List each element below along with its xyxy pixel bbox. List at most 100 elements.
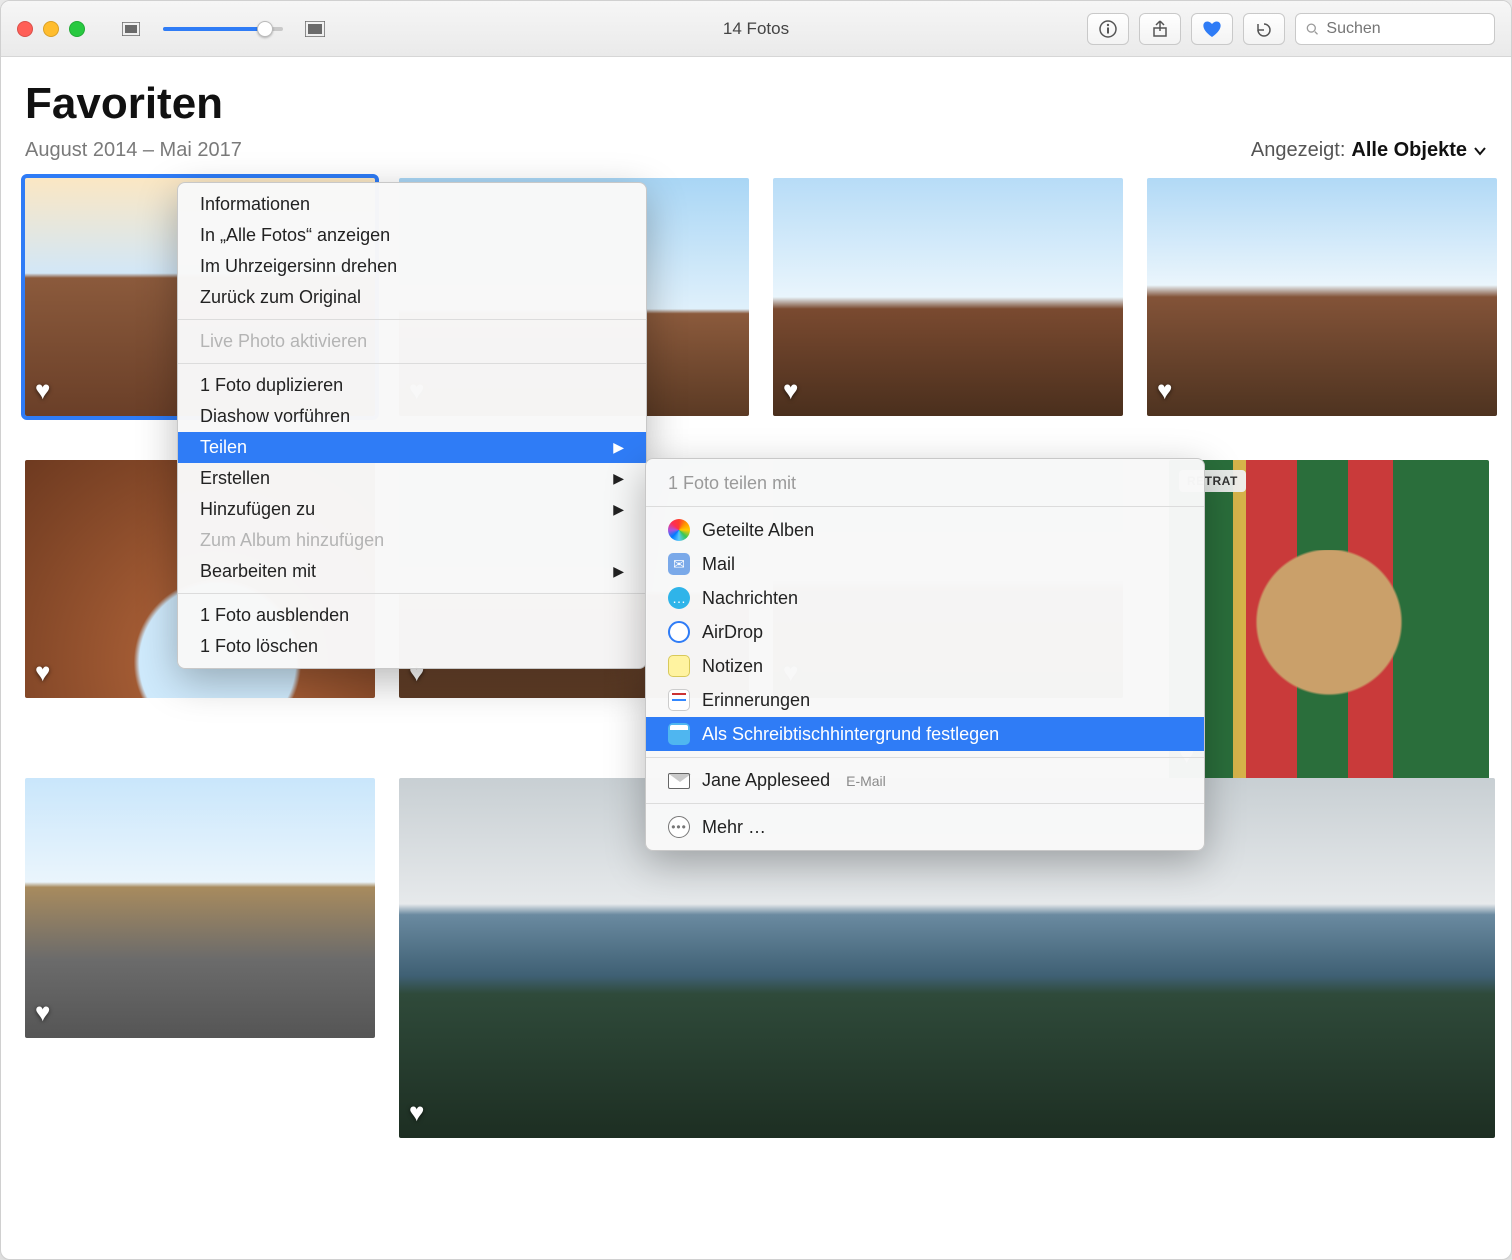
toolbar-right <box>1087 13 1495 45</box>
ctx-item-rotate[interactable]: Im Uhrzeigersinn drehen <box>178 251 646 282</box>
content-area: Favoriten August 2014 – Mai 2017 Angezei… <box>1 57 1511 1260</box>
ctx-item-add-to[interactable]: Hinzufügen zu ▶ <box>178 494 646 525</box>
ctx-separator <box>178 593 646 594</box>
info-button[interactable] <box>1087 13 1129 45</box>
share-submenu-header: 1 Foto teilen mit <box>646 465 1204 500</box>
notes-icon <box>668 655 690 677</box>
photo-thumb[interactable]: ♥ <box>773 178 1123 416</box>
search-field[interactable] <box>1295 13 1495 45</box>
share-item-desktop-background[interactable]: Als Schreibtischhintergrund festlegen <box>646 717 1204 751</box>
more-icon: ••• <box>668 816 690 838</box>
share-label: Nachrichten <box>702 588 798 609</box>
slider-track[interactable] <box>163 27 283 31</box>
titlebar: 14 Fotos <box>1 1 1511 57</box>
ctx-item-info[interactable]: Informationen <box>178 189 646 220</box>
ctx-item-add-album: Zum Album hinzufügen <box>178 525 646 556</box>
search-icon <box>1306 22 1318 36</box>
photos-icon <box>668 519 690 541</box>
ctx-label: Informationen <box>200 194 310 215</box>
ctx-label: Erstellen <box>200 468 270 489</box>
slider-fill <box>163 27 265 31</box>
showing-label: Angezeigt: <box>1251 139 1346 162</box>
envelope-icon <box>668 773 690 789</box>
ctx-item-live-photo: Live Photo aktivieren <box>178 326 646 357</box>
ctx-item-create[interactable]: Erstellen ▶ <box>178 463 646 494</box>
desktop-icon <box>668 723 690 745</box>
traffic-lights <box>17 21 85 37</box>
photo-thumb[interactable]: RETRAT ♥ <box>1169 460 1489 780</box>
photo-thumb[interactable]: ♥ <box>1147 178 1497 416</box>
ctx-label: Diashow vorführen <box>200 406 350 427</box>
thumbnail-small-icon[interactable] <box>113 14 149 44</box>
page-title: Favoriten <box>25 79 1487 129</box>
favorite-badge-icon: ♥ <box>409 1097 424 1128</box>
ctx-item-edit-with[interactable]: Bearbeiten mit ▶ <box>178 556 646 587</box>
submenu-arrow-icon: ▶ <box>613 470 624 487</box>
ctx-item-hide[interactable]: 1 Foto ausblenden <box>178 600 646 631</box>
favorite-badge-icon: ♥ <box>1157 375 1172 406</box>
window-zoom-button[interactable] <box>69 21 85 37</box>
share-item-notes[interactable]: Notizen <box>646 649 1204 683</box>
share-submenu: 1 Foto teilen mit Geteilte Alben ✉Mail …… <box>645 458 1205 851</box>
share-label: Notizen <box>702 656 763 677</box>
ctx-label: Zum Album hinzufügen <box>200 530 384 551</box>
share-button[interactable] <box>1139 13 1181 45</box>
photo-thumb[interactable]: ♥ <box>25 778 375 1038</box>
ctx-separator <box>646 757 1204 758</box>
context-menu: Informationen In „Alle Fotos“ anzeigen I… <box>177 182 647 669</box>
ctx-separator <box>646 803 1204 804</box>
ctx-separator <box>178 319 646 320</box>
subheader: August 2014 – Mai 2017 Angezeigt: Alle O… <box>25 139 1487 162</box>
ctx-label: 1 Foto löschen <box>200 636 318 657</box>
rotate-button[interactable] <box>1243 13 1285 45</box>
search-input[interactable] <box>1326 20 1484 38</box>
ctx-label: Bearbeiten mit <box>200 561 316 582</box>
share-label: Geteilte Alben <box>702 520 814 541</box>
share-label: Mail <box>702 554 735 575</box>
favorite-button[interactable] <box>1191 13 1233 45</box>
ctx-label: Zurück zum Original <box>200 287 361 308</box>
ctx-item-duplicate[interactable]: 1 Foto duplizieren <box>178 370 646 401</box>
share-item-mail[interactable]: ✉Mail <box>646 547 1204 581</box>
zoom-slider[interactable] <box>163 27 283 31</box>
share-item-messages[interactable]: …Nachrichten <box>646 581 1204 615</box>
share-label: Erinnerungen <box>702 690 810 711</box>
ctx-item-share[interactable]: Teilen ▶ <box>178 432 646 463</box>
chevron-down-icon <box>1473 146 1487 156</box>
showing-value: Alle Objekte <box>1351 139 1467 162</box>
contact-sub: E-Mail <box>846 773 886 789</box>
favorite-badge-icon: ♥ <box>35 375 50 406</box>
share-item-contact[interactable]: Jane Appleseed E-Mail <box>646 764 1204 797</box>
ctx-label: Live Photo aktivieren <box>200 331 367 352</box>
ctx-item-delete[interactable]: 1 Foto löschen <box>178 631 646 662</box>
ctx-label: Hinzufügen zu <box>200 499 315 520</box>
favorite-badge-icon: ♥ <box>35 997 50 1028</box>
share-item-reminders[interactable]: Erinnerungen <box>646 683 1204 717</box>
photo-grid: ♥ ♥ ♥ ♥ ♥ ♥ ♥ RETRAT ♥ <box>25 178 1487 1260</box>
share-item-shared-albums[interactable]: Geteilte Alben <box>646 513 1204 547</box>
window-title: 14 Fotos <box>723 19 789 39</box>
share-label: Als Schreibtischhintergrund festlegen <box>702 724 999 745</box>
airdrop-icon <box>668 621 690 643</box>
window-minimize-button[interactable] <box>43 21 59 37</box>
ctx-item-slideshow[interactable]: Diashow vorführen <box>178 401 646 432</box>
date-range: August 2014 – Mai 2017 <box>25 139 242 162</box>
submenu-arrow-icon: ▶ <box>613 439 624 456</box>
more-label: Mehr … <box>702 817 766 838</box>
share-item-more[interactable]: ••• Mehr … <box>646 810 1204 844</box>
share-item-airdrop[interactable]: AirDrop <box>646 615 1204 649</box>
submenu-arrow-icon: ▶ <box>613 501 624 518</box>
ctx-label: In „Alle Fotos“ anzeigen <box>200 225 390 246</box>
app-window: 14 Fotos Favoriten August 2014 – Mai 201 <box>0 0 1512 1260</box>
showing-filter[interactable]: Angezeigt: Alle Objekte <box>1251 139 1487 162</box>
ctx-item-show-in-all[interactable]: In „Alle Fotos“ anzeigen <box>178 220 646 251</box>
submenu-arrow-icon: ▶ <box>613 563 624 580</box>
ctx-separator <box>646 506 1204 507</box>
thumbnail-large-icon[interactable] <box>297 14 333 44</box>
ctx-label: Teilen <box>200 437 247 458</box>
slider-thumb[interactable] <box>257 21 273 37</box>
window-close-button[interactable] <box>17 21 33 37</box>
contact-name: Jane Appleseed <box>702 770 830 791</box>
ctx-item-revert[interactable]: Zurück zum Original <box>178 282 646 313</box>
reminders-icon <box>668 689 690 711</box>
